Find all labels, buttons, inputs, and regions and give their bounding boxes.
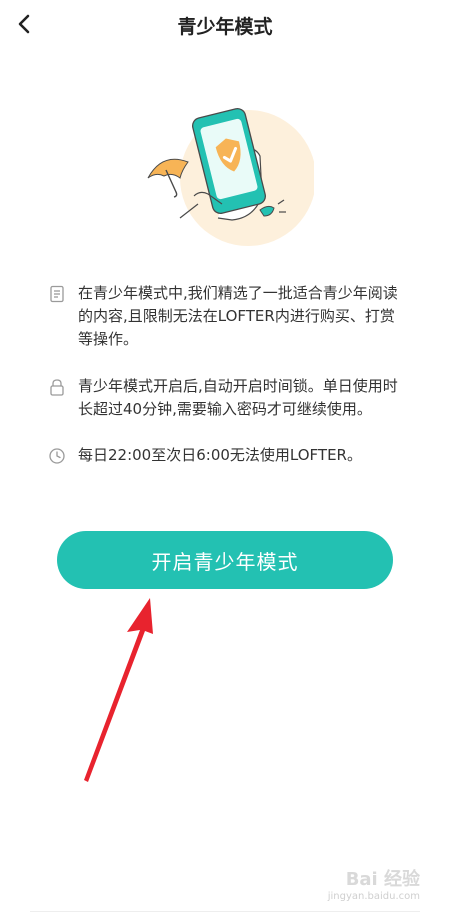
- lock-icon: [50, 379, 64, 396]
- info-item-content: 在青少年模式中,我们精选了一批适合青少年阅读的内容,且限制无法在LOFTER内进…: [48, 282, 408, 351]
- info-text: 青少年模式开启后,自动开启时间锁。单日使用时长超过40分钟,需要输入密码才可继续…: [78, 377, 398, 418]
- page-title: 青少年模式: [177, 16, 273, 38]
- top-bar: 青少年模式: [0, 0, 450, 48]
- clock-icon: [49, 448, 65, 464]
- mode-description-list: 在青少年模式中,我们精选了一批适合青少年阅读的内容,且限制无法在LOFTER内进…: [48, 282, 408, 467]
- bottom-divider: [30, 911, 420, 912]
- watermark-url: jingyan.baidu.com: [327, 891, 420, 902]
- info-text: 在青少年模式中,我们精选了一批适合青少年阅读的内容,且限制无法在LOFTER内进…: [78, 284, 398, 348]
- watermark-brand: Bai 经验: [345, 869, 420, 890]
- document-icon: [50, 285, 64, 303]
- info-text: 每日22:00至次日6:00无法使用LOFTER。: [78, 446, 362, 464]
- watermark: Bai 经验 jingyan.baidu.com: [328, 865, 420, 902]
- info-item-time-lock: 青少年模式开启后,自动开启时间锁。单日使用时长超过40分钟,需要输入密码才可继续…: [48, 375, 408, 421]
- phone-shield-illustration: [147, 107, 314, 246]
- info-item-curfew: 每日22:00至次日6:00无法使用LOFTER。: [48, 444, 408, 467]
- enable-youth-mode-button[interactable]: 开启青少年模式: [57, 531, 393, 589]
